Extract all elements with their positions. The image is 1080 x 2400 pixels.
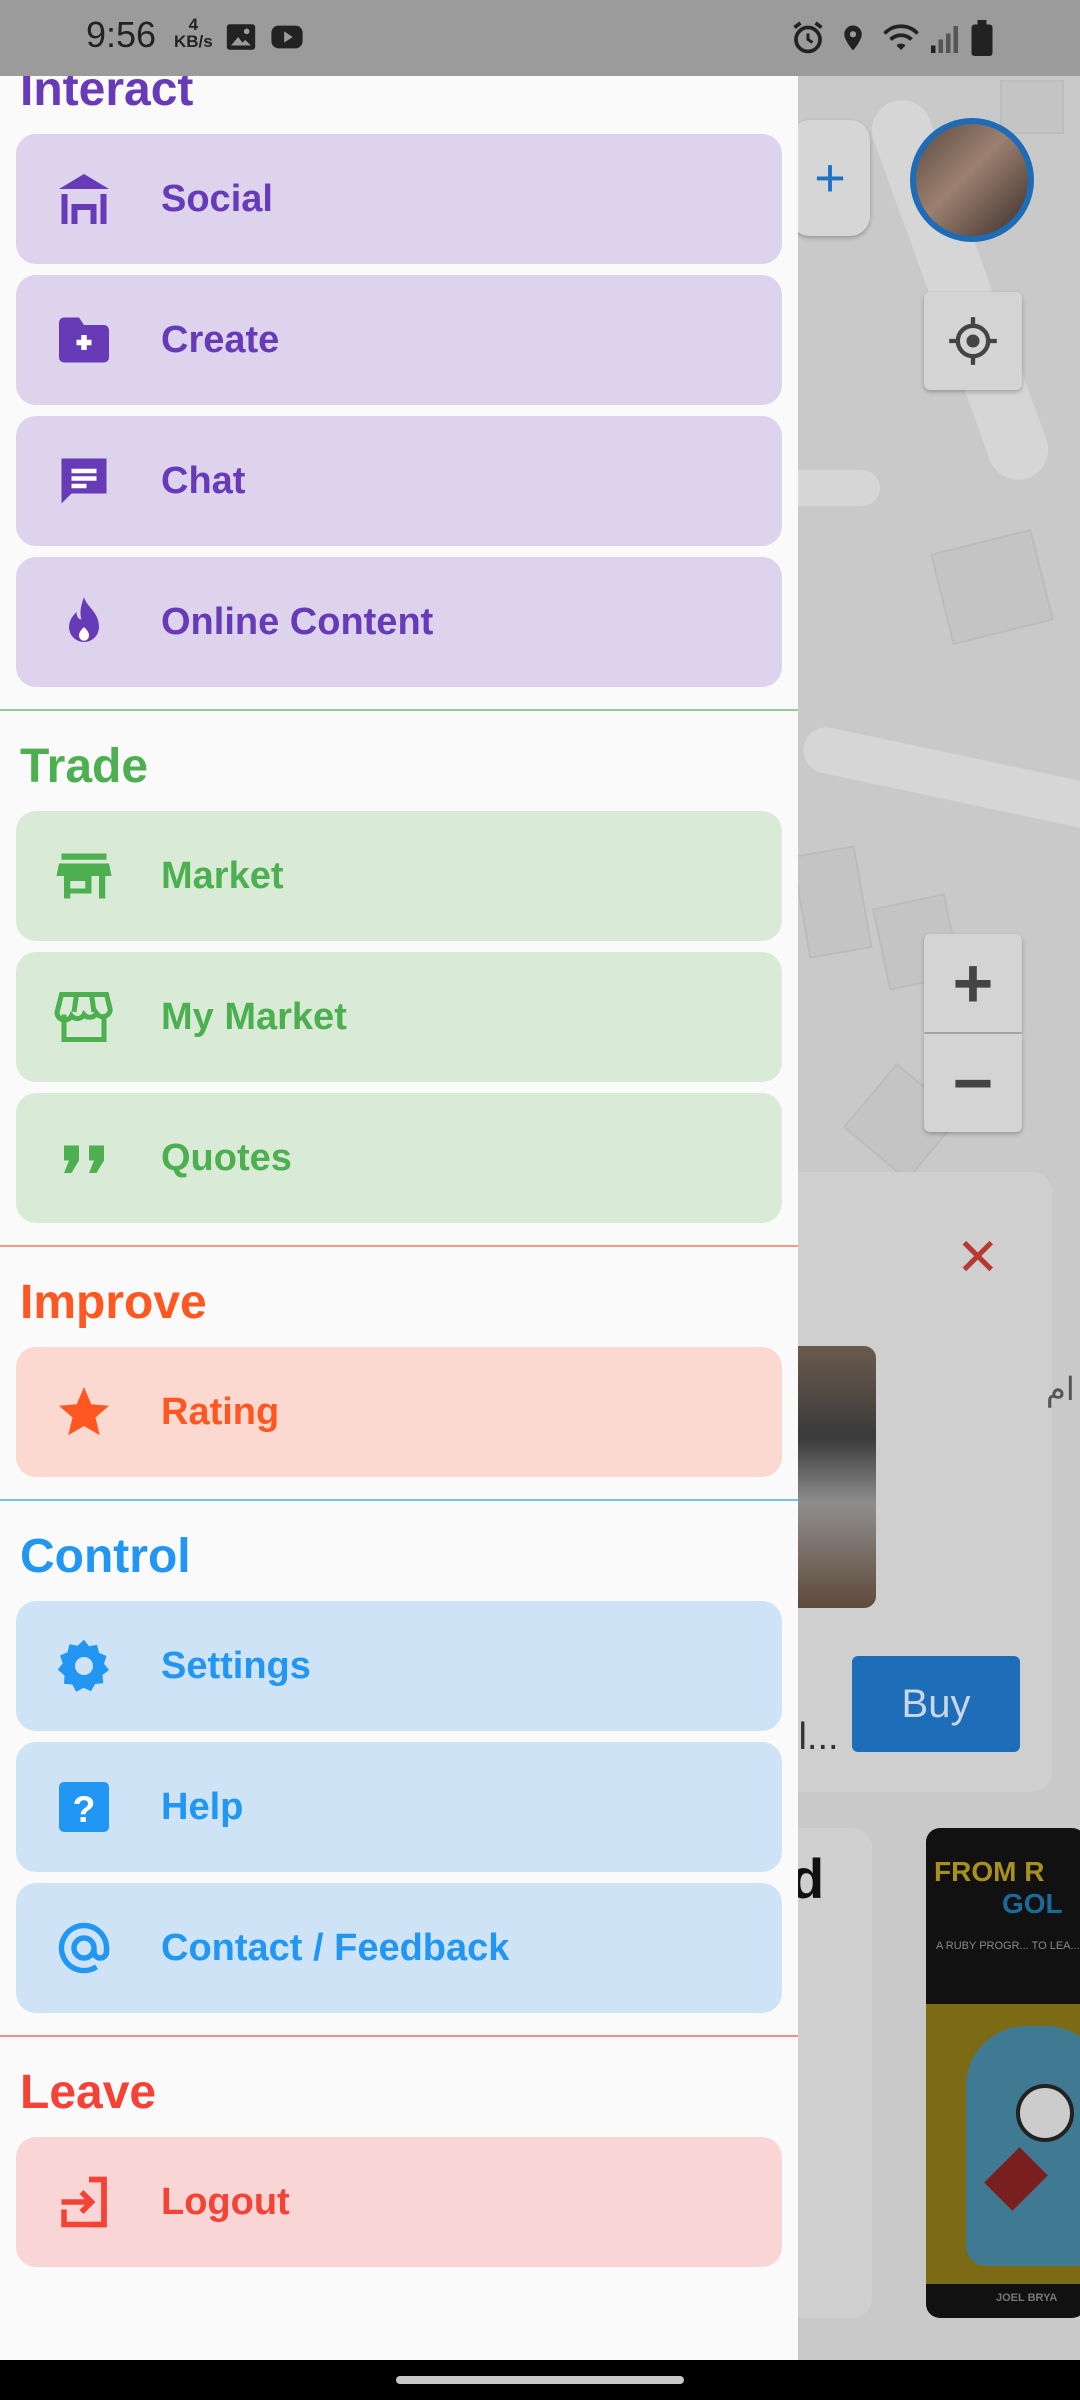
drawer-item-label: Quotes <box>161 1136 292 1179</box>
drawer-item-quotes[interactable]: Quotes <box>16 1093 782 1223</box>
storefront-icon <box>48 981 120 1053</box>
system-navigation-bar <box>0 2360 1080 2400</box>
map-building <box>1000 80 1064 134</box>
drawer-item-label: Rating <box>161 1390 280 1433</box>
gear-icon <box>48 1630 120 1702</box>
section-title-control: Control <box>20 1530 191 1583</box>
home-gesture-handle[interactable] <box>396 2376 684 2384</box>
section-title-trade: Trade <box>20 740 149 793</box>
crosshair-icon <box>949 317 997 365</box>
book-title-line1: FROM R <box>934 1856 1045 1887</box>
zoom-out-button[interactable]: − <box>924 1034 1022 1132</box>
drawer-item-help[interactable]: ? Help <box>16 1742 782 1872</box>
zoom-in-button[interactable]: + <box>924 934 1022 1032</box>
avatar[interactable] <box>910 118 1034 242</box>
section-divider <box>0 709 798 711</box>
drawer-item-settings[interactable]: Settings <box>16 1601 782 1731</box>
deck-icon <box>48 163 120 235</box>
drawer-item-label: Social <box>161 177 273 220</box>
book-cover[interactable]: FROM R GOL A RUBY PROGR... TO LEA... JOE… <box>926 1828 1080 2318</box>
star-icon <box>48 1376 120 1448</box>
signal-icon <box>931 26 958 53</box>
drawer-item-market[interactable]: Market <box>16 811 782 941</box>
book-author: JOEL BRYA <box>996 2292 1058 2304</box>
at-icon <box>48 1912 120 1984</box>
store-icon <box>48 840 120 912</box>
status-time: 9:56 <box>86 14 157 55</box>
chat-icon <box>48 445 120 517</box>
drawer-item-label: Online Content <box>161 600 434 643</box>
section-divider <box>0 2035 798 2037</box>
youtube-notification-icon <box>271 25 303 49</box>
section-title-improve: Improve <box>20 1276 207 1329</box>
drawer-item-label: Settings <box>161 1644 311 1687</box>
drawer-item-contact-feedback[interactable]: Contact / Feedback <box>16 1883 782 2013</box>
add-button[interactable]: + <box>790 120 870 236</box>
buy-button[interactable]: Buy <box>852 1656 1020 1752</box>
quote-icon <box>48 1122 120 1194</box>
close-icon[interactable]: ✕ <box>956 1228 1000 1288</box>
section-divider <box>0 1245 798 1247</box>
drawer-item-label: Market <box>161 854 284 897</box>
status-bar: 9:56 4 KB/s <box>0 0 1080 76</box>
section-title-leave: Leave <box>20 2066 157 2119</box>
book-illustration <box>926 2004 1080 2284</box>
drawer-item-chat[interactable]: Chat <box>16 416 782 546</box>
drawer-item-social[interactable]: Social <box>16 134 782 264</box>
drawer-item-label: Chat <box>161 459 246 502</box>
drawer-item-create[interactable]: Create <box>16 275 782 405</box>
drawer-item-label: Help <box>161 1785 244 1828</box>
drawer-item-label: My Market <box>161 995 347 1038</box>
drawer-item-label: Logout <box>161 2180 290 2223</box>
map-building <box>930 528 1054 646</box>
logout-icon <box>48 2166 120 2238</box>
navigation-drawer: Interact Social Create Chat Online Content Tr… <box>0 76 798 2360</box>
network-speed-unit: KB/s <box>174 32 213 51</box>
my-location-button[interactable] <box>924 292 1022 390</box>
image-notification-icon <box>226 24 256 50</box>
map-road <box>799 723 1080 843</box>
network-speed: 4 KB/s <box>174 16 213 50</box>
map-building <box>791 845 873 959</box>
wifi-icon <box>883 24 919 50</box>
create-folder-icon <box>48 304 120 376</box>
drawer-item-logout[interactable]: Logout <box>16 2137 782 2267</box>
help-icon: ? <box>48 1771 120 1843</box>
location-icon <box>844 25 862 51</box>
minus-icon: − <box>952 1044 994 1122</box>
plus-icon: + <box>952 944 994 1022</box>
drawer-item-rating[interactable]: Rating <box>16 1347 782 1477</box>
fire-icon <box>48 586 120 658</box>
network-speed-value: 4 <box>188 15 199 34</box>
drawer-item-online-content[interactable]: Online Content <box>16 557 782 687</box>
section-divider <box>0 1499 798 1501</box>
add-icon: + <box>814 148 846 208</box>
book-title-line2: GOL <box>1002 1888 1063 1919</box>
drawer-item-label: Create <box>161 318 280 361</box>
drawer-item-my-market[interactable]: My Market <box>16 952 782 1082</box>
book-subtitle: A RUBY PROGR... TO LEA... <box>936 1940 1080 1952</box>
arabic-text-fragment: ام <box>1046 1371 1075 1407</box>
drawer-item-label: Contact / Feedback <box>161 1926 510 1969</box>
alarm-icon <box>793 21 823 54</box>
battery-icon <box>971 20 993 56</box>
section-title-interact: Interact <box>20 76 194 116</box>
svg-text:?: ? <box>73 1788 96 1830</box>
